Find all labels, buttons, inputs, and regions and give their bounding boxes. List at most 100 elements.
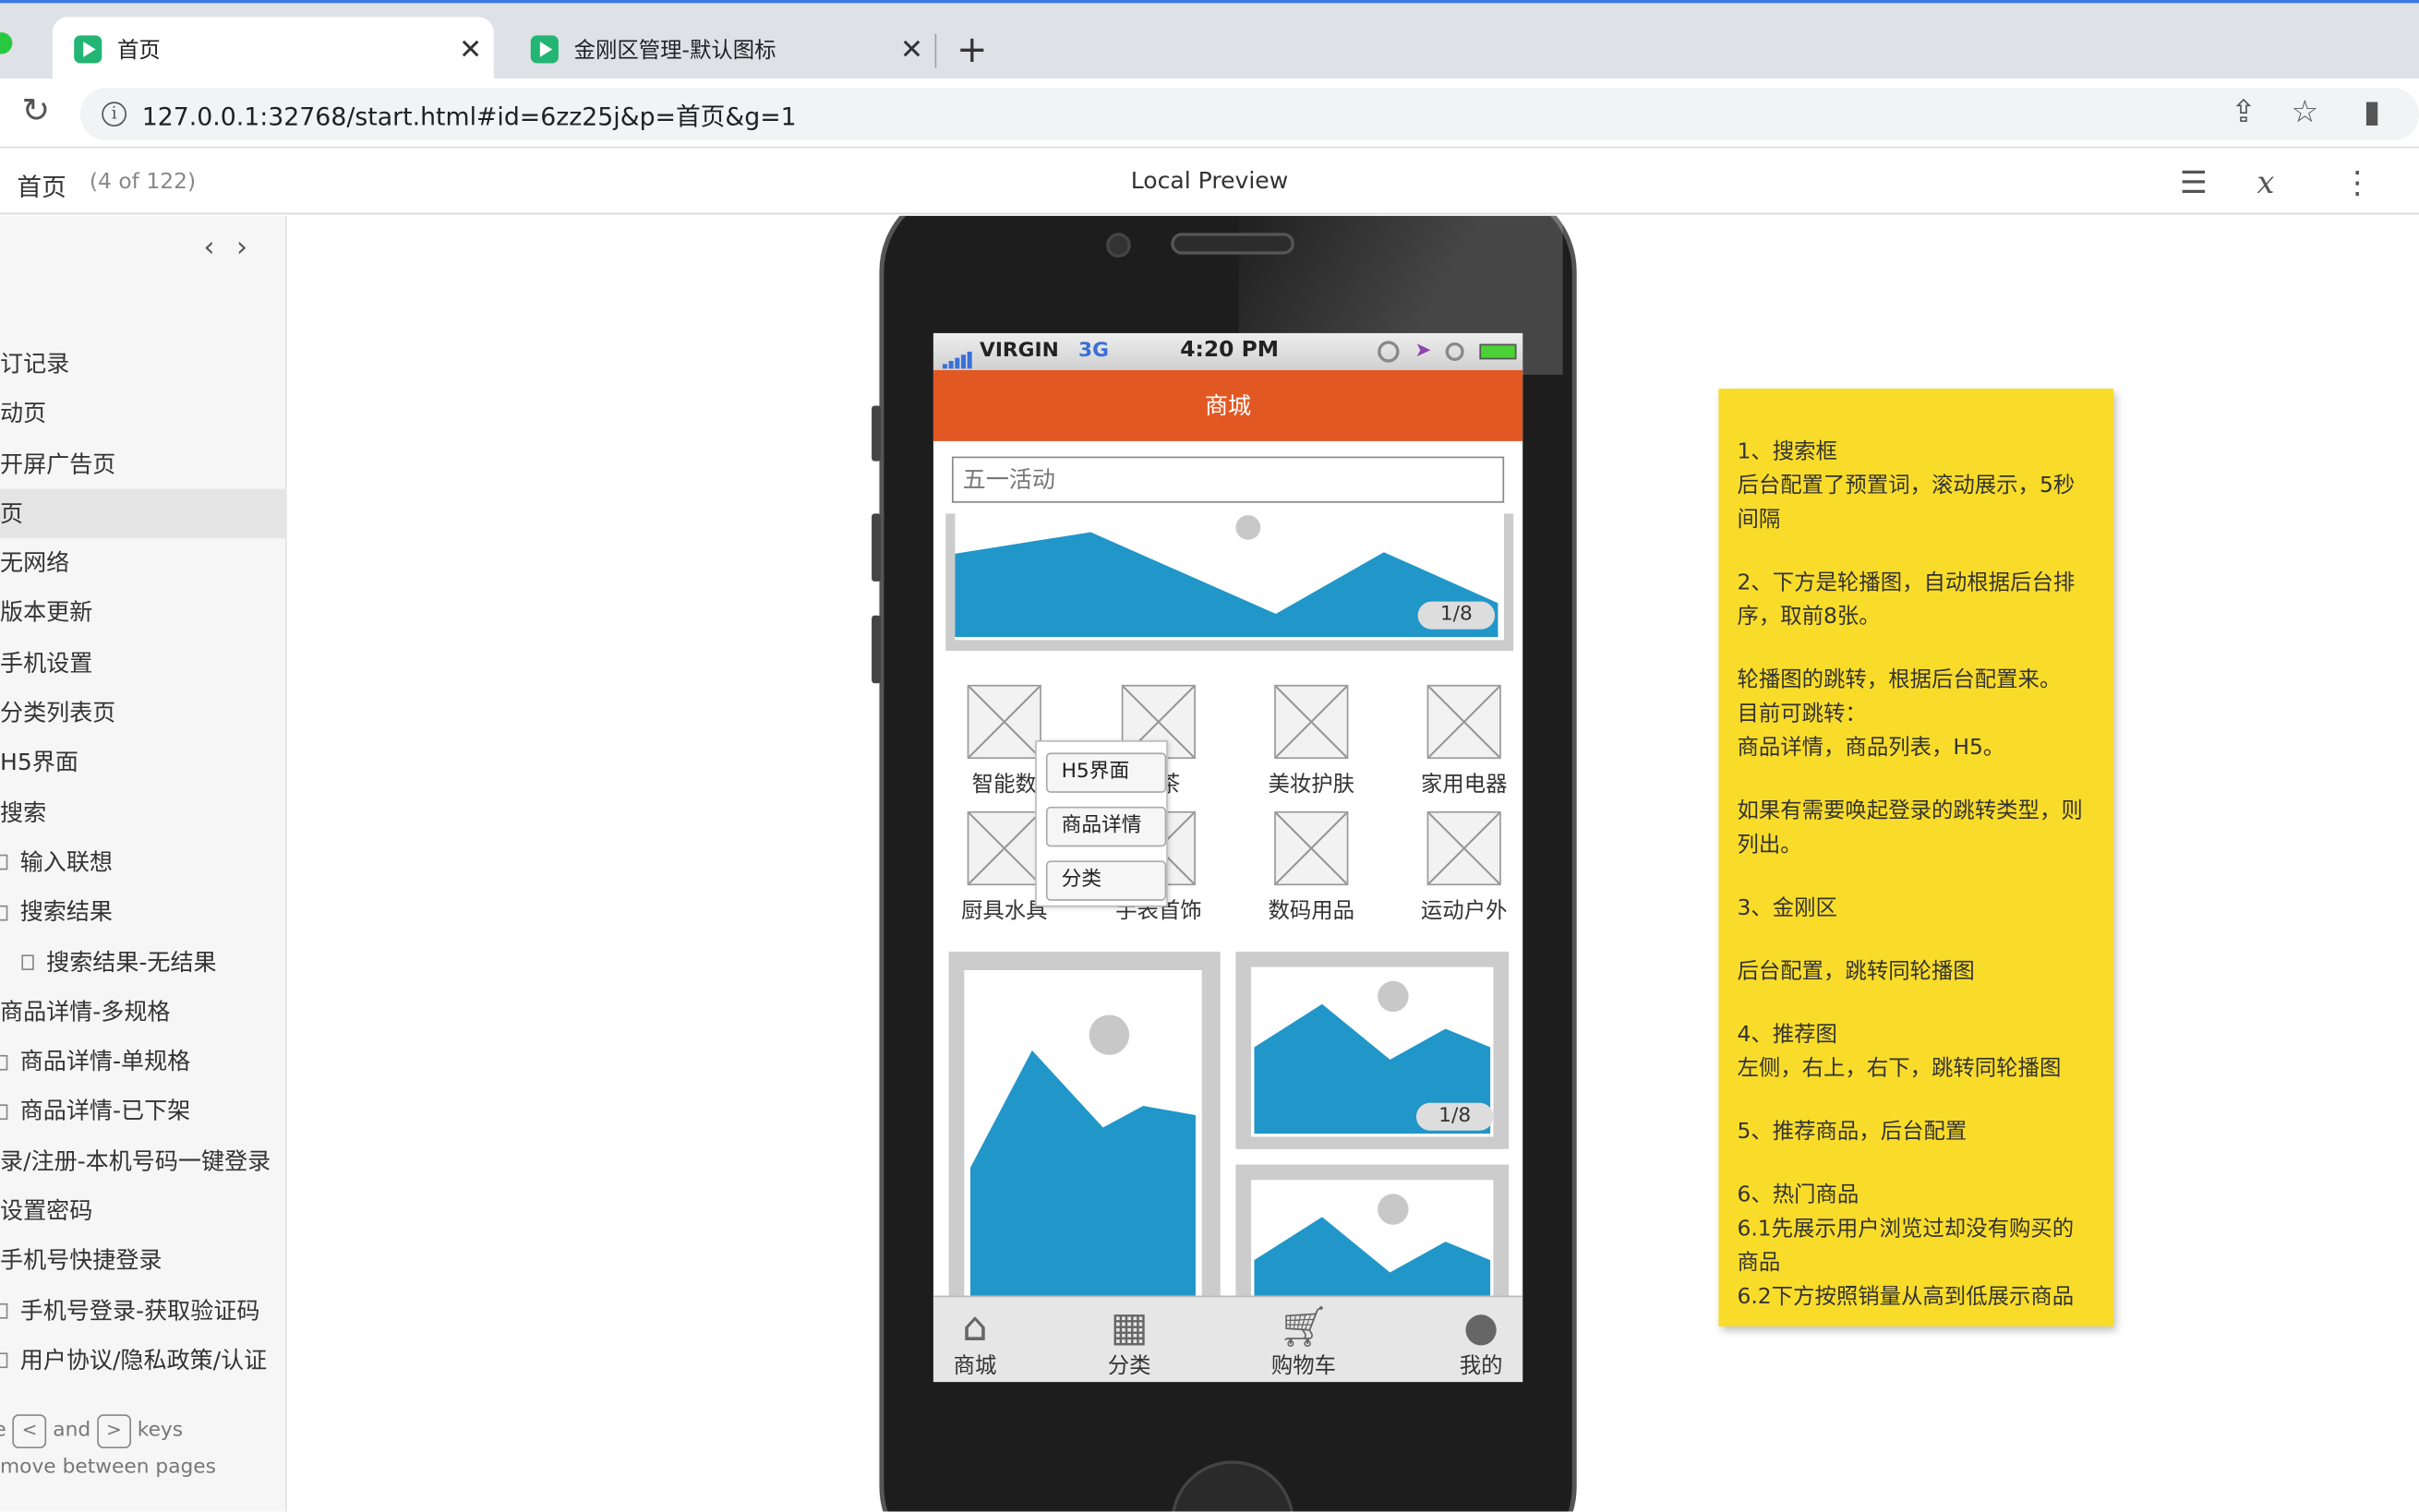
sidebar-page-item[interactable]: 页	[0, 488, 286, 539]
sidebar-page-label: 订记录	[0, 350, 70, 378]
signal-icon	[942, 345, 973, 369]
phone-screen: VIRGIN 3G 4:20 PM ➤ 商城 五一活动 1/8 智能数 美妆护肤…	[933, 332, 1523, 1383]
share-icon[interactable]: ⇪	[2231, 92, 2257, 129]
carrier-label: VIRGIN	[980, 339, 1059, 363]
note-line: 后台配置了预置词，滚动展示，5秒间隔	[1737, 473, 2076, 533]
kingkong-item[interactable]: 数码用品	[1249, 810, 1373, 926]
alarm-icon	[1445, 342, 1464, 361]
phone-side-button	[872, 405, 882, 462]
app-title-bar: 商城	[933, 370, 1523, 441]
sidebar-page-label: 开屏广告页	[0, 450, 116, 478]
recommend-left[interactable]	[948, 951, 1221, 1307]
close-icon[interactable]: ✕	[888, 33, 934, 66]
tab-home[interactable]: 首页 ✕	[52, 17, 494, 82]
sidebar-page-item[interactable]: 无网络	[0, 538, 285, 588]
url-text[interactable]: 127.0.0.1:32768/start.html#id=6zz25j&p=首…	[142, 96, 797, 133]
sidebar-page-item[interactable]: H5界面	[0, 738, 285, 787]
tab-title: 首页	[116, 38, 161, 64]
sidebar-page-item[interactable]: 开屏广告页	[0, 439, 285, 489]
sidebar-page-item[interactable]: 动页	[0, 390, 285, 439]
image-placeholder-icon	[967, 810, 1041, 886]
kingkong-item[interactable]: 家用电器	[1402, 684, 1522, 799]
search-input[interactable]: 五一活动	[951, 456, 1505, 503]
note-line: 左侧，右上，右下，跳转同轮播图	[1737, 1056, 2062, 1082]
note-line: 后台配置，跳转同轮播图	[1737, 959, 1975, 985]
tab-label: 分类	[1107, 1354, 1151, 1379]
sidebar-page-item[interactable]: 输入联想	[0, 837, 285, 887]
note-line: 6.1先展示用户浏览过却没有购买的商品	[1737, 1217, 2075, 1276]
grid-icon: ▦	[1110, 1304, 1149, 1351]
prototype-canvas: VIRGIN 3G 4:20 PM ➤ 商城 五一活动 1/8 智能数 美妆护肤…	[286, 215, 2419, 1512]
sidebar-page-item[interactable]: 分类列表页	[0, 688, 285, 738]
dropdown-option-h5[interactable]: H5界面	[1045, 752, 1167, 793]
sidebar-page-item[interactable]: 订记录	[0, 340, 285, 390]
image-placeholder-icon	[1274, 684, 1349, 760]
sidebar-page-item[interactable]: 手机号登录-获取验证码	[0, 1286, 285, 1336]
sidebar-page-item[interactable]: 手机设置	[0, 638, 285, 688]
tab-cart[interactable]: 🛒︎ 购物车	[1258, 1306, 1350, 1380]
image-placeholder-icon	[1426, 684, 1501, 760]
sidebar-page-item[interactable]: 商品详情-已下架	[0, 1086, 285, 1136]
side-panel-icon[interactable]: ▮	[2364, 92, 2380, 129]
banner-carousel[interactable]: 1/8	[945, 513, 1514, 652]
ios-status-bar: VIRGIN 3G 4:20 PM ➤	[933, 332, 1523, 371]
note-line: 1、搜索框	[1737, 439, 1837, 464]
browser-tab-strip: 首页 ✕ 金刚区管理-默认图标 ✕ +	[0, 0, 2419, 82]
recommend-top-right[interactable]: 1/8	[1235, 951, 1510, 1149]
sidebar-page-label: 无网络	[0, 549, 70, 578]
preview-header: 首页 (4 of 122) Local Preview ☰ x ⋮	[0, 150, 2419, 215]
rotation-lock-icon	[1378, 341, 1400, 363]
sidebar-page-item[interactable]: 用户协议/隐私政策/认证	[0, 1336, 285, 1386]
sidebar-page-item[interactable]: 商品详情-多规格	[0, 987, 285, 1037]
hint-and: and	[53, 1419, 91, 1443]
sidebar-page-item[interactable]: 设置密码	[0, 1186, 285, 1236]
keyboard-hint: e < and > keys move between pages	[0, 1413, 216, 1487]
sidebar-page-item[interactable]: 版本更新	[0, 588, 285, 638]
page-nav-arrows: ‹›	[204, 232, 270, 264]
sidebar-page-item[interactable]: 搜索结果	[0, 887, 285, 937]
sidebar-page-label: 版本更新	[0, 599, 93, 628]
dropdown-option-product-detail[interactable]: 商品详情	[1045, 806, 1167, 847]
page-icon	[0, 905, 8, 921]
note-line: 6、热门商品	[1737, 1182, 1859, 1208]
reload-icon[interactable]: ↻	[21, 92, 50, 131]
kingkong-item[interactable]: 运动户外	[1402, 810, 1522, 926]
image-placeholder-icon	[967, 684, 1041, 760]
site-info-icon[interactable]: i	[102, 102, 127, 127]
kingkong-item[interactable]: 美妆护肤	[1249, 684, 1373, 799]
notes-icon[interactable]: ☰	[2180, 163, 2208, 200]
sidebar-page-label: 搜索结果	[19, 897, 114, 926]
variables-icon[interactable]: x	[2257, 163, 2275, 200]
sidebar-page-label: 手机号登录-获取验证码	[19, 1296, 260, 1325]
sidebar-page-label: H5界面	[0, 749, 78, 777]
sidebar-page-item[interactable]: 搜索结果-无结果	[0, 937, 285, 987]
address-bar[interactable]: i 127.0.0.1:32768/start.html#id=6zz25j&p…	[79, 88, 2419, 141]
sidebar-page-label: 商品详情-多规格	[0, 997, 171, 1026]
note-paragraph: 后台配置，跳转同轮播图	[1737, 954, 2095, 989]
battery-icon	[1479, 343, 1517, 360]
chevron-left-icon[interactable]: ‹	[204, 232, 236, 264]
bookmark-star-icon[interactable]: ☆	[2291, 92, 2318, 129]
sidebar-page-item[interactable]: 商品详情-单规格	[0, 1037, 285, 1086]
window-control-dot[interactable]	[0, 32, 13, 54]
note-line: 如果有需要唤起登录的跳转类型，则列出。	[1737, 798, 2083, 858]
tab-me[interactable]: ● 我的	[1435, 1306, 1522, 1380]
image-placeholder-icon	[1274, 810, 1349, 886]
tab-kingkong-admin[interactable]: 金刚区管理-默认图标 ✕	[509, 17, 934, 81]
recommend-pager: 1/8	[1415, 1102, 1494, 1131]
sidebar-page-item[interactable]: 搜索	[0, 787, 285, 837]
tab-mall[interactable]: ⌂ 商城	[933, 1306, 1021, 1380]
sidebar-page-label: 页	[0, 499, 24, 528]
sidebar-page-item[interactable]: 手机号快捷登录	[0, 1236, 285, 1286]
note-line: 6.2下方按照销量从高到低展示商品	[1737, 1284, 2075, 1310]
close-icon[interactable]: ✕	[448, 33, 494, 66]
jump-type-dropdown[interactable]: H5界面 商品详情 分类	[1035, 740, 1168, 907]
dropdown-option-category[interactable]: 分类	[1045, 860, 1167, 901]
more-menu-icon[interactable]: ⋮	[2341, 163, 2372, 200]
chevron-right-icon[interactable]: ›	[236, 232, 269, 264]
browser-toolbar: ↻ i 127.0.0.1:32768/start.html#id=6zz25j…	[0, 78, 2419, 149]
new-tab-button[interactable]: +	[957, 28, 988, 71]
network-label: 3G	[1077, 339, 1109, 363]
tab-category[interactable]: ▦ 分类	[1083, 1306, 1175, 1380]
sidebar-page-item[interactable]: 录/注册-本机号码一键登录	[0, 1136, 285, 1186]
